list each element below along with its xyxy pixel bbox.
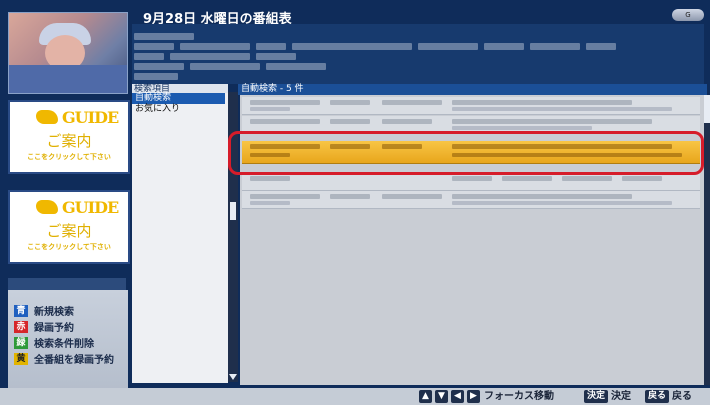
scrollbar-thumb[interactable]: [230, 202, 236, 220]
ad-sub-text: ここをクリックして下さい: [27, 153, 111, 161]
legend-yellow[interactable]: 黄 全番組を録画予約: [14, 352, 114, 366]
legend-blue[interactable]: 青 新規検索: [14, 304, 74, 318]
scrollbar-thumb[interactable]: [704, 95, 710, 123]
ad-main-text: ご案内: [46, 222, 92, 240]
result-row[interactable]: [242, 97, 700, 115]
right-arrow-icon[interactable]: ▶: [467, 390, 480, 403]
decide-label: 決定: [611, 391, 631, 402]
scroll-down-arrow-icon[interactable]: [229, 374, 237, 380]
focus-highlight-ring: [228, 131, 704, 175]
legend-red[interactable]: 赤 録画予約: [14, 320, 74, 334]
results-scrollbar[interactable]: [704, 95, 710, 385]
back-label: 戻る: [672, 391, 692, 402]
guide-ad-banner-1[interactable]: GUIDE ご案内 ここをクリックして下さい: [8, 100, 130, 174]
red-key-icon: 赤: [14, 320, 28, 333]
search-item-favorites[interactable]: お気に入り: [132, 104, 225, 115]
search-item-auto[interactable]: 自動検索: [132, 93, 225, 104]
left-spacer: [8, 278, 126, 290]
down-arrow-icon[interactable]: ▼: [435, 390, 448, 403]
color-key-legend: 青 新規検索 赤 録画予約 緑 検索条件削除 黄 全番組を録画予約: [8, 290, 128, 395]
search-items-list: 自動検索 お気に入り: [132, 93, 228, 383]
guide-logo: GUIDE: [36, 108, 119, 130]
back-key-button[interactable]: 戻る: [645, 390, 669, 403]
result-row[interactable]: [242, 191, 700, 209]
legend-label: 新規検索: [34, 307, 74, 318]
green-key-icon: 緑: [14, 336, 28, 349]
legend-label: 録画予約: [34, 323, 74, 334]
legend-green[interactable]: 緑 検索条件削除: [14, 336, 94, 350]
ad-sub-text: ここをクリックして下さい: [27, 243, 111, 251]
guide-logo: GUIDE: [36, 198, 119, 220]
up-arrow-icon[interactable]: ▲: [419, 390, 432, 403]
legend-label: 検索条件削除: [34, 339, 94, 350]
brand-logo: G: [672, 9, 704, 21]
program-thumbnail: [8, 12, 128, 94]
result-row[interactable]: [242, 173, 700, 191]
guide-ad-banner-2[interactable]: GUIDE ご案内 ここをクリックして下さい: [8, 190, 130, 264]
focus-move-label: フォーカス移動: [484, 391, 554, 402]
decide-key-button[interactable]: 決定: [584, 390, 608, 403]
yellow-key-icon: 黄: [14, 352, 28, 365]
left-arrow-icon[interactable]: ◀: [451, 390, 464, 403]
results-header: 自動検索 - 5 件: [238, 84, 707, 95]
blue-key-icon: 青: [14, 304, 28, 317]
program-schedule-summary: [132, 24, 704, 84]
legend-label: 全番組を録画予約: [34, 355, 114, 366]
ad-main-text: ご案内: [46, 132, 92, 150]
